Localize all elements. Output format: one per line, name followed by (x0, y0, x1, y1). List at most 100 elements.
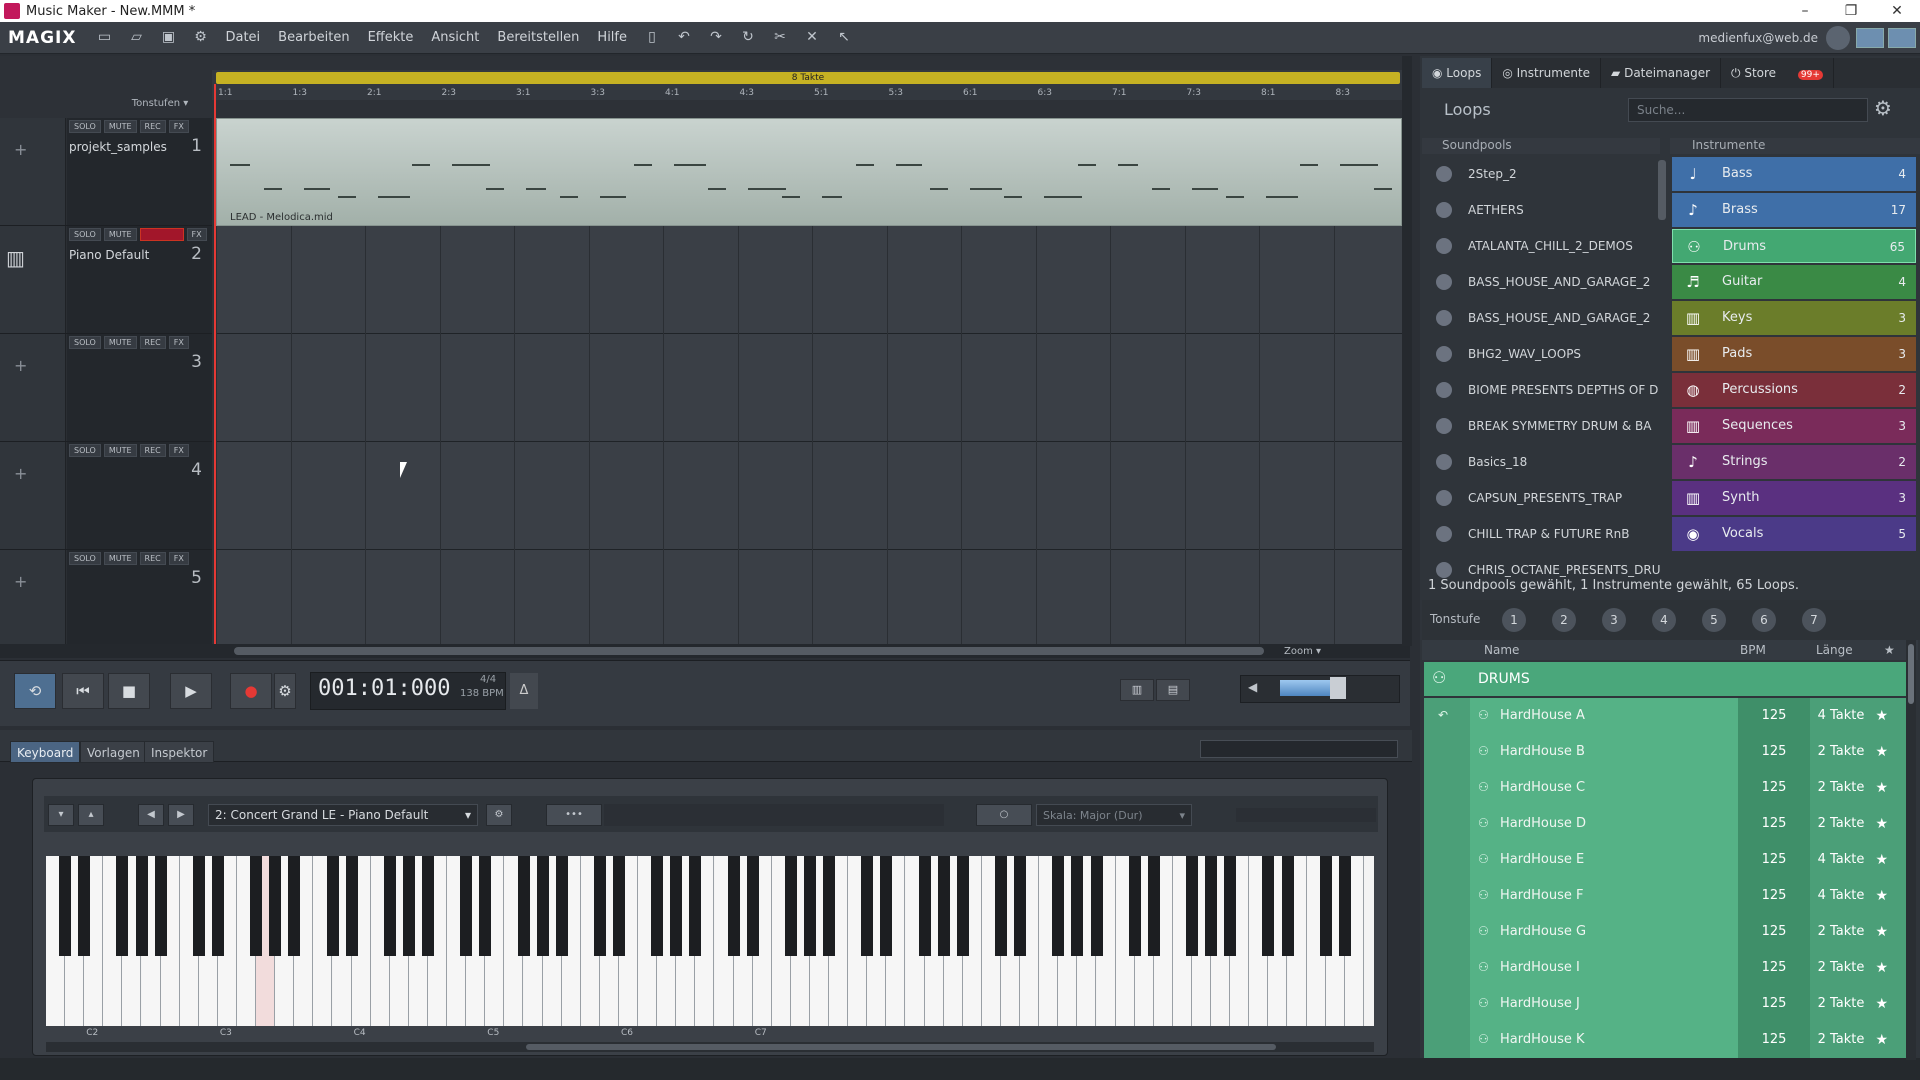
octave-down-icon[interactable]: ▾ (48, 804, 74, 826)
rec-button[interactable]: REC (139, 444, 166, 457)
favorite-star-icon[interactable]: ★ (1875, 698, 1888, 734)
instrument-item-vocals[interactable]: ◉ Vocals 5 (1672, 517, 1916, 551)
loop-list-scroll-thumb[interactable] (1908, 644, 1914, 704)
new-file-icon[interactable]: ▭ (93, 29, 115, 47)
instrument-select[interactable]: 2: Concert Grand LE - Piano Default ▾ (208, 804, 478, 826)
rec-button[interactable] (139, 228, 184, 241)
instrument-item-brass[interactable]: ♪ Brass 17 (1672, 193, 1916, 227)
track-name[interactable]: Piano Default (69, 248, 149, 262)
tab-store[interactable]: ⏻ Store 99+ (1721, 58, 1834, 88)
tonstufen-dropdown[interactable]: Tonstufen ▾ (110, 98, 210, 114)
favorite-star-icon[interactable]: ★ (1875, 986, 1888, 1022)
col-favorite-icon[interactable]: ★ (1884, 643, 1895, 657)
soundpool-item[interactable]: Basics_18 (1424, 444, 1660, 480)
fx-button[interactable]: FX (168, 336, 189, 349)
black-key[interactable] (288, 856, 301, 956)
next-instrument-icon[interactable]: ▶ (168, 804, 194, 826)
loops-settings-icon[interactable]: ⚙ (1874, 96, 1892, 120)
stop-button[interactable]: ■ (108, 673, 150, 709)
favorite-star-icon[interactable]: ★ (1875, 806, 1888, 842)
col-name[interactable]: Name (1484, 643, 1519, 657)
chord-mode-button[interactable]: ••• (546, 804, 602, 826)
track-header[interactable]: + SOLO MUTE REC FX 5 (0, 550, 212, 658)
soundpool-item[interactable]: AETHERS (1424, 192, 1660, 228)
open-folder-icon[interactable]: ▱ (125, 29, 147, 47)
black-key[interactable] (192, 856, 205, 956)
reset-icon[interactable]: ↻ (737, 29, 759, 47)
favorite-star-icon[interactable]: ★ (1875, 734, 1888, 770)
loop-group-drums[interactable]: DRUMS (1424, 662, 1906, 696)
black-key[interactable] (250, 856, 263, 956)
user-avatar-icon[interactable] (1826, 25, 1850, 50)
add-track-icon[interactable]: + (14, 140, 27, 159)
track-header[interactable]: + SOLO MUTE REC FX 4 (0, 442, 212, 550)
scale-toggle-button[interactable]: ○ (976, 804, 1032, 826)
tab-loops[interactable]: ◉ Loops (1422, 58, 1493, 88)
scroll-thumb[interactable] (234, 647, 1264, 655)
preview-icon[interactable]: ↶ (1438, 708, 1448, 722)
scale-select[interactable]: Skala: Major (Dur) ▾ (1036, 804, 1192, 826)
instrument-item-drums[interactable]: ⚇ Drums 65 (1672, 229, 1916, 263)
soundpool-item[interactable]: 2Step_2 (1424, 156, 1660, 192)
solo-button[interactable]: SOLO (69, 552, 101, 565)
black-key[interactable] (1052, 856, 1065, 956)
black-key[interactable] (1128, 856, 1141, 956)
arranger-horizontal-scrollbar[interactable] (0, 644, 1410, 658)
track-header[interactable]: ▥ SOLO MUTE FX Piano Default 2 (0, 226, 212, 334)
keyboard-scroll-thumb[interactable] (526, 1044, 1276, 1050)
prev-instrument-icon[interactable]: ◀ (138, 804, 164, 826)
black-key[interactable] (1014, 856, 1027, 956)
tonstufe-button-3[interactable]: 3 (1602, 608, 1626, 632)
black-key[interactable] (1071, 856, 1084, 956)
rec-button[interactable]: REC (139, 336, 166, 349)
black-key[interactable] (154, 856, 167, 956)
instrument-item-percussions[interactable]: ◍ Percussions 2 (1672, 373, 1916, 407)
instrument-item-keys[interactable]: ▥ Keys 3 (1672, 301, 1916, 335)
black-key[interactable] (1338, 856, 1351, 956)
menu-ansicht[interactable]: Ansicht (431, 30, 479, 45)
fx-button[interactable]: FX (168, 552, 189, 565)
solo-button[interactable]: SOLO (69, 444, 101, 457)
favorite-star-icon[interactable]: ★ (1875, 1022, 1888, 1058)
rewind-button[interactable]: ⏮ (62, 673, 104, 709)
loop-range-bar[interactable]: 8 Takte (216, 72, 1400, 84)
black-key[interactable] (937, 856, 950, 956)
black-key[interactable] (78, 856, 91, 956)
favorite-star-icon[interactable]: ★ (1875, 770, 1888, 806)
soundpool-scrollbar[interactable] (1658, 160, 1666, 220)
lower-search-input[interactable] (1200, 740, 1398, 758)
black-key[interactable] (517, 856, 530, 956)
minimize-button[interactable]: – (1782, 3, 1828, 19)
keyboard-scrollbar[interactable] (46, 1042, 1374, 1052)
loop-row[interactable]: ⚇ HardHouse B 125 2 Takte ★ (1424, 734, 1906, 770)
zoom-dropdown[interactable]: Zoom ▾ (1284, 646, 1321, 657)
loop-row[interactable]: ⚇ HardHouse D 125 2 Takte ★ (1424, 806, 1906, 842)
soundpool-item[interactable]: BIOME PRESENTS DEPTHS OF D (1424, 372, 1660, 408)
layout-view-button-1[interactable] (1856, 27, 1884, 48)
settings-icon[interactable]: ⚙ (189, 29, 211, 47)
keyboard-view-icon[interactable]: ▥ (1120, 679, 1154, 701)
black-key[interactable] (823, 856, 836, 956)
black-key[interactable] (689, 856, 702, 956)
solo-button[interactable]: SOLO (69, 228, 101, 241)
mute-button[interactable]: MUTE (103, 228, 137, 241)
rec-button[interactable]: REC (139, 552, 166, 565)
black-key[interactable] (211, 856, 224, 956)
black-key[interactable] (555, 856, 568, 956)
black-key[interactable] (593, 856, 606, 956)
black-key[interactable] (1224, 856, 1237, 956)
record-settings-icon[interactable]: ⚙ (274, 673, 296, 709)
black-key[interactable] (880, 856, 893, 956)
menu-hilfe[interactable]: Hilfe (597, 30, 627, 45)
add-track-icon[interactable]: + (14, 572, 27, 591)
scissors-icon[interactable]: ✂ (769, 29, 791, 47)
soundpool-item[interactable]: BASS_HOUSE_AND_GARAGE_2 (1424, 264, 1660, 300)
black-key[interactable] (861, 856, 874, 956)
soundpool-item[interactable]: BREAK SYMMETRY DRUM & BA (1424, 408, 1660, 444)
mute-button[interactable]: MUTE (103, 444, 137, 457)
soundpool-item[interactable]: BASS_HOUSE_AND_GARAGE_2 (1424, 300, 1660, 336)
track-lane[interactable] (214, 442, 1404, 550)
menu-effekte[interactable]: Effekte (368, 30, 414, 45)
tonstufe-button-7[interactable]: 7 (1802, 608, 1826, 632)
track-header[interactable]: + SOLO MUTE REC FX 3 (0, 334, 212, 442)
